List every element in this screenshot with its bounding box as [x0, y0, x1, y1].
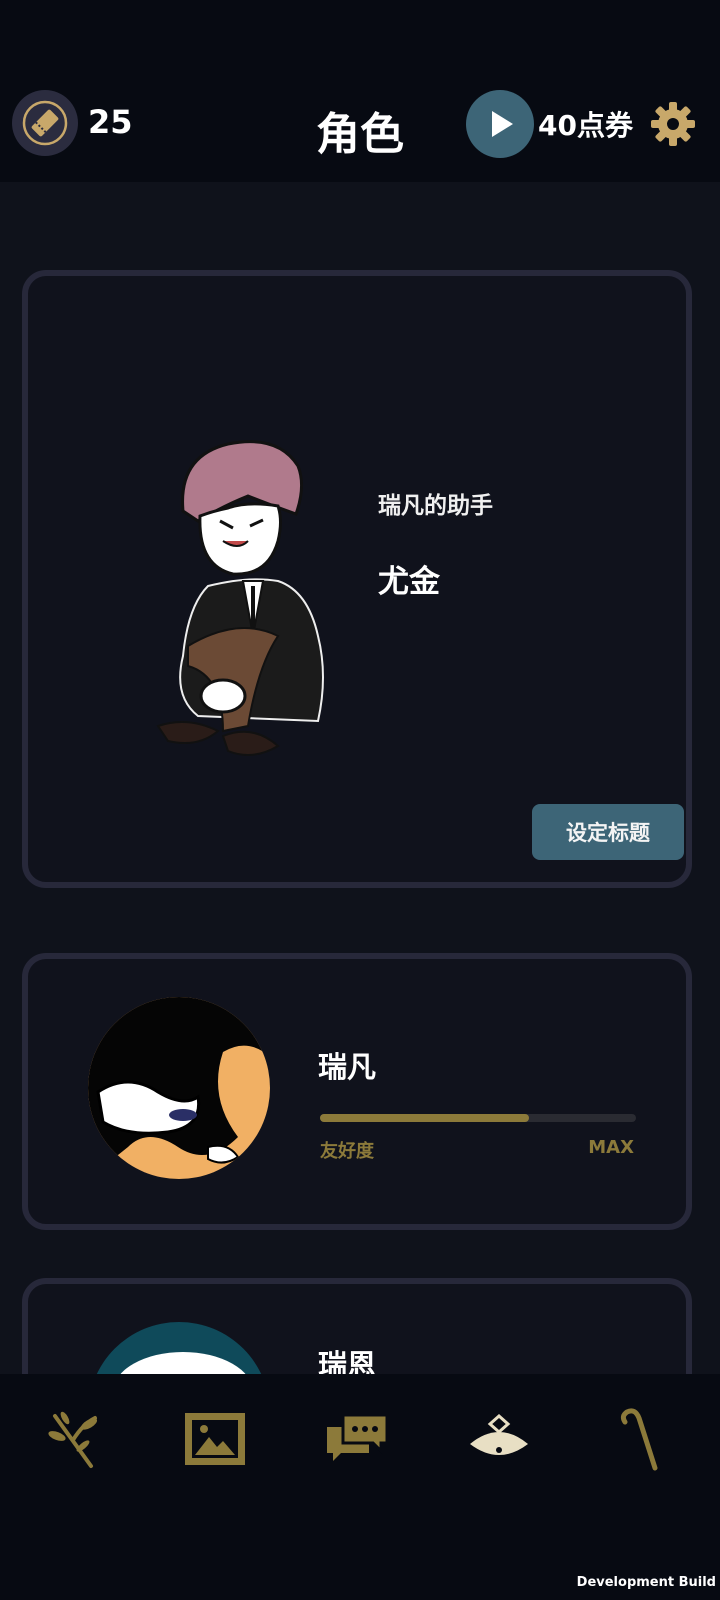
branch-icon[interactable] [38, 1404, 108, 1474]
character-name: 瑞凡 [318, 1050, 377, 1084]
affinity-status: MAX [588, 1137, 634, 1158]
character-illustration [128, 336, 378, 806]
set-title-button[interactable]: 设定标题 [532, 804, 684, 860]
affinity-progress-bar [320, 1114, 636, 1122]
affinity-progress-fill [320, 1114, 529, 1122]
character-name: 尤金 [378, 564, 440, 600]
points-label: 40点券 [538, 109, 633, 142]
affinity-label: 友好度 [320, 1141, 374, 1162]
featured-character-card[interactable]: 瑞凡的助手 尤金 设定标题 [22, 270, 692, 888]
cane-icon[interactable] [606, 1404, 676, 1474]
header-bar: 25 角色 40点券 [0, 0, 720, 182]
development-build-label: Development Build [576, 1575, 716, 1590]
gallery-icon[interactable] [180, 1404, 250, 1474]
gear-icon[interactable] [648, 99, 698, 149]
character-card[interactable]: 瑞凡 友好度 MAX [22, 953, 692, 1230]
bottom-nav [0, 1374, 720, 1600]
watch-ad-play-button[interactable] [466, 90, 534, 158]
character-subtitle: 瑞凡的助手 [378, 493, 493, 519]
fan-icon[interactable] [464, 1404, 534, 1474]
chat-icon[interactable] [322, 1404, 392, 1474]
avatar [88, 997, 270, 1179]
play-icon [492, 111, 513, 137]
